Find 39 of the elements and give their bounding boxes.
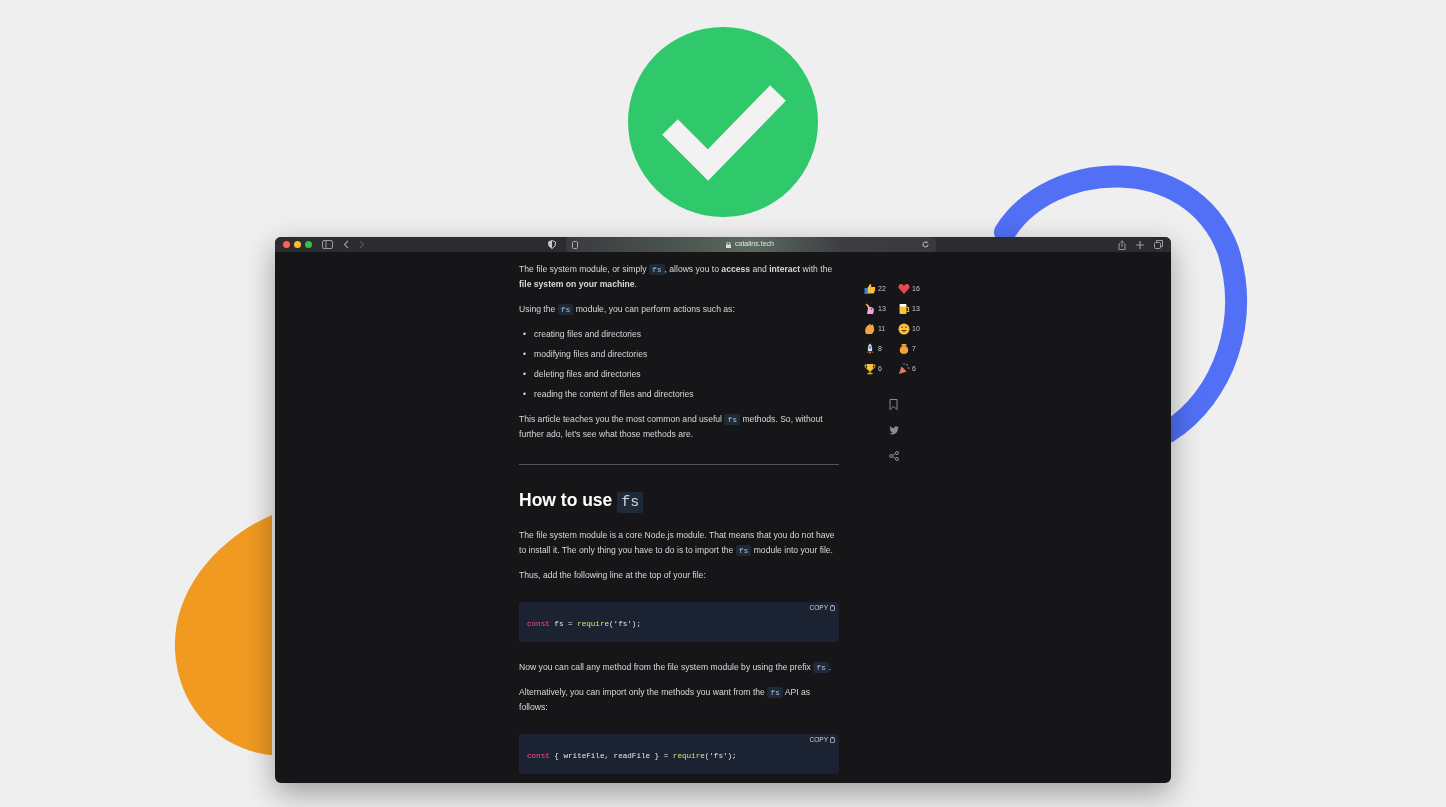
trophy-icon [864, 363, 876, 375]
sidebar-icon[interactable] [322, 240, 333, 249]
list-item: reading the content of files and directories [534, 388, 694, 401]
paragraph: Thus, add the following line at the top of your file: [519, 569, 707, 582]
bookmark-icon[interactable] [889, 399, 898, 410]
money-bag-icon [898, 343, 910, 355]
list-item: modifying files and directories [534, 348, 648, 361]
beer-mug-icon [898, 303, 910, 315]
party-popper-icon [898, 363, 910, 375]
rocket-icon [864, 343, 876, 355]
paragraph: The file system module, or simply fs , allows you to access and interact with the file system on your machine. [519, 263, 834, 291]
bullet-marker: • [523, 368, 526, 381]
bullet-marker: • [523, 348, 526, 361]
back-icon[interactable] [343, 240, 349, 249]
bird-icon[interactable] [889, 426, 899, 435]
tabs-icon[interactable] [1154, 240, 1163, 249]
shield-icon[interactable] [547, 240, 556, 249]
clipboard-icon [830, 605, 835, 611]
smiley-face-icon [898, 323, 910, 335]
list-item: creating files and directories [534, 328, 641, 341]
bullet-marker: • [523, 388, 526, 401]
paragraph: Now you can call any method from the file system module by using the prefix fs . [519, 661, 833, 675]
lock-icon [726, 241, 732, 248]
paragraph: Alternatively, you can import only the methods you want from the fs API as follows: [519, 686, 812, 714]
paragraph: This article teaches you the most common and useful fs methods. So, without further ado, let's see what those methods are. [519, 413, 824, 441]
bullet-marker: • [523, 328, 526, 341]
checkmark-badge-icon [628, 27, 818, 217]
paragraph: The file system module is a core Node.js module. That means that you do not have to install it. The only thing you have to do is to import the fs module into your file. [519, 529, 836, 558]
plus-icon[interactable] [1136, 240, 1144, 249]
page-icon [571, 240, 578, 249]
reload-icon[interactable] [922, 241, 930, 248]
share-icon[interactable] [889, 451, 899, 461]
share-icon[interactable] [1118, 239, 1126, 250]
paragraph: Using the fs module, you can perform actions such as: [519, 303, 736, 317]
section-heading: How to use fs [519, 487, 839, 516]
clipboard-icon [830, 737, 835, 743]
thumbs-up-icon [864, 283, 876, 295]
heart-icon [898, 283, 910, 295]
list-item: deleting files and directories [534, 368, 641, 381]
